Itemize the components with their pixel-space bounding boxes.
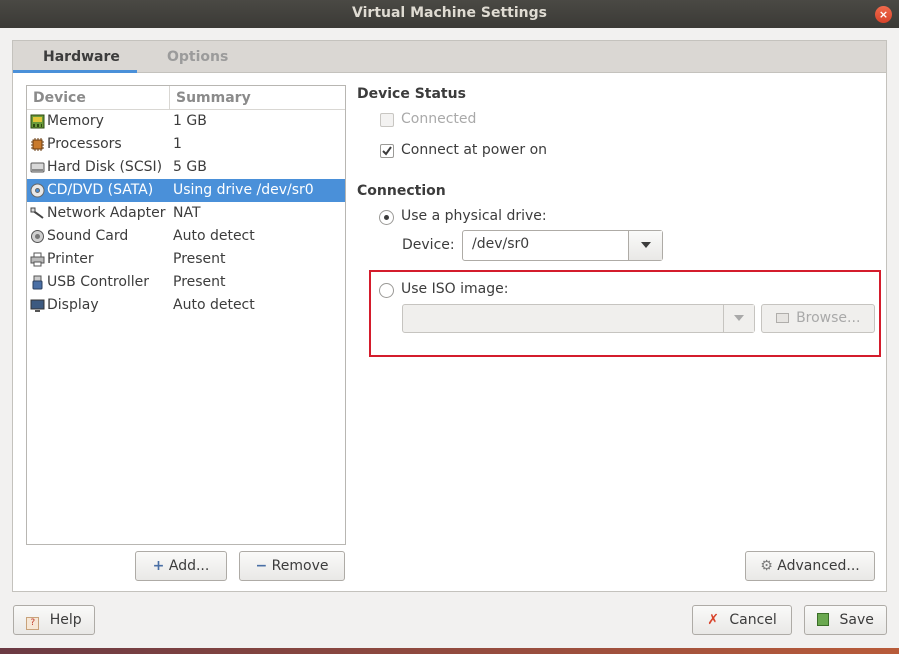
radio-dot-icon: [384, 215, 389, 220]
device-row-sound-card[interactable]: Sound Card Auto detect: [27, 225, 345, 248]
device-select[interactable]: /dev/sr0: [462, 230, 663, 261]
column-header-device[interactable]: Device: [33, 90, 86, 106]
title-bar: Virtual Machine Settings ×: [0, 0, 899, 28]
physical-drive-radio[interactable]: [379, 210, 394, 225]
plus-icon: +: [152, 558, 165, 574]
device-row-printer[interactable]: Printer Present: [27, 248, 345, 271]
remove-device-button[interactable]: − Remove: [239, 551, 345, 581]
connect-at-power-on-checkbox[interactable]: [380, 144, 394, 158]
connected-checkbox[interactable]: [380, 113, 394, 127]
device-name: Processors: [47, 136, 122, 152]
device-summary: 1 GB: [173, 113, 207, 129]
save-label: Save: [839, 612, 874, 628]
device-label: Device:: [402, 237, 455, 253]
save-button[interactable]: Save: [804, 605, 887, 635]
device-summary: Auto detect: [173, 228, 255, 244]
device-name: Sound Card: [47, 228, 129, 244]
help-button[interactable]: ? Help: [13, 605, 95, 635]
device-summary: 5 GB: [173, 159, 207, 175]
device-row-network-adapter[interactable]: Network Adapter NAT: [27, 202, 345, 225]
cd-dvd-icon: [30, 183, 45, 198]
cancel-button[interactable]: ✗ Cancel: [692, 605, 792, 635]
iso-image-highlight-box: [369, 270, 881, 357]
cancel-icon: ✗: [707, 612, 719, 628]
device-row-cd-dvd[interactable]: CD/DVD (SATA) Using drive /dev/sr0: [27, 179, 345, 202]
device-select-arrow[interactable]: [628, 231, 662, 260]
hard-disk-icon: [30, 162, 45, 173]
device-name: Network Adapter: [47, 205, 166, 221]
desktop-edge: [0, 648, 899, 654]
usb-icon: [32, 275, 43, 290]
processor-icon: [31, 138, 44, 151]
column-header-summary[interactable]: Summary: [169, 86, 251, 110]
tab-strip: Hardware Options: [13, 41, 886, 73]
connection-heading: Connection: [357, 183, 446, 199]
device-summary: Auto detect: [173, 297, 255, 313]
remove-device-label: Remove: [271, 558, 329, 574]
device-row-usb-controller[interactable]: USB Controller Present: [27, 271, 345, 294]
device-row-hard-disk[interactable]: Hard Disk (SCSI) 5 GB: [27, 156, 345, 179]
window-title: Virtual Machine Settings: [352, 5, 547, 21]
advanced-label: Advanced...: [777, 558, 860, 574]
connect-at-power-on-label: Connect at power on: [401, 142, 548, 158]
device-row-display[interactable]: Display Auto detect: [27, 294, 345, 317]
device-summary: Present: [173, 251, 226, 267]
memory-icon: [30, 114, 45, 129]
add-device-button[interactable]: + Add...: [135, 551, 227, 581]
device-name: Hard Disk (SCSI): [47, 159, 163, 175]
add-device-label: Add...: [168, 558, 210, 574]
printer-icon: [30, 252, 45, 267]
display-icon: [30, 299, 45, 312]
save-icon: [817, 613, 830, 626]
close-icon[interactable]: ×: [875, 6, 892, 23]
tab-options[interactable]: Options: [137, 41, 258, 73]
help-icon: ?: [26, 617, 40, 630]
connected-label: Connected: [401, 111, 477, 127]
advanced-button[interactable]: ⚙ Advanced...: [745, 551, 875, 581]
network-adapter-icon: [30, 207, 44, 219]
minus-icon: −: [255, 558, 268, 574]
device-row-memory[interactable]: Memory 1 GB: [27, 110, 345, 133]
device-row-processors[interactable]: Processors 1: [27, 133, 345, 156]
device-summary: Using drive /dev/sr0: [173, 182, 314, 198]
device-name: Memory: [47, 113, 104, 129]
checkmark-icon: [382, 146, 392, 156]
device-summary: Present: [173, 274, 226, 290]
device-name: CD/DVD (SATA): [47, 182, 154, 198]
device-name: Display: [47, 297, 99, 313]
help-label: Help: [49, 612, 82, 628]
device-summary: NAT: [173, 205, 201, 221]
sound-card-icon: [31, 230, 44, 243]
device-select-value: /dev/sr0: [472, 236, 530, 252]
device-name: USB Controller: [47, 274, 150, 290]
device-status-heading: Device Status: [357, 86, 466, 102]
cancel-label: Cancel: [729, 612, 777, 628]
device-summary: 1: [173, 136, 182, 152]
device-list[interactable]: Device Summary Memory 1 GB Processors 1 …: [26, 85, 346, 545]
physical-drive-label: Use a physical drive:: [401, 208, 547, 224]
device-list-header: Device Summary: [27, 86, 345, 110]
chevron-down-icon: [641, 242, 651, 248]
gear-icon: ⚙: [760, 558, 773, 574]
tab-hardware[interactable]: Hardware: [13, 41, 137, 73]
device-name: Printer: [47, 251, 94, 267]
